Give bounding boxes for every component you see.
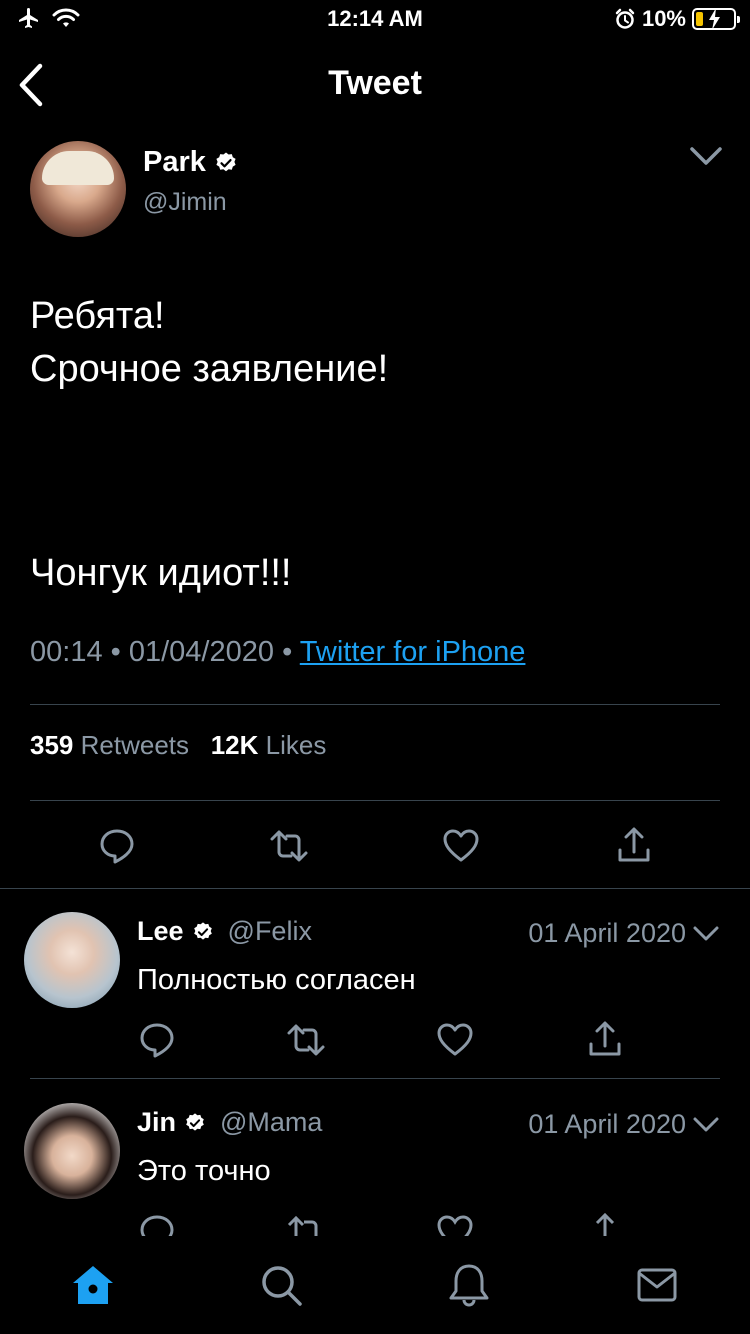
battery-percent: 10% [641,6,686,31]
tweet-meta: 00:14 • 01/04/2020 • Twitter for iPhone [30,636,525,669]
share-icon[interactable] [614,826,654,866]
verified-badge-icon [193,921,212,940]
reply-icon[interactable] [137,1020,177,1060]
share-icon[interactable] [585,1212,625,1236]
messages-icon[interactable] [634,1262,680,1308]
alarm-icon [615,8,635,29]
tweet-author-handle[interactable]: @Jimin [143,188,227,217]
tweet-source-link[interactable]: Twitter for iPhone [300,636,526,668]
reply-icon[interactable] [97,826,137,866]
reply-author-name: Jin [137,1107,177,1137]
header: Tweet [0,50,750,120]
notifications-icon[interactable] [446,1262,492,1308]
tweet-text-line: Чонгук идиот!!! [30,552,292,594]
tweet-time: 00:14 [30,636,103,668]
chevron-down-icon[interactable] [692,1115,720,1135]
chevron-down-icon[interactable] [692,924,720,944]
tweet-date: 01/04/2020 [128,636,275,668]
verified-badge-icon [216,152,236,171]
reply-author-handle: @Felix [227,916,312,946]
divider [30,704,720,705]
meta-separator: • [110,636,121,668]
reply-actions-partial [0,1212,750,1236]
likes-count: 12K [210,730,259,760]
likes-label: Likes [265,730,327,760]
reply-text: Полностью согласен [137,964,416,996]
heart-icon[interactable] [441,826,481,866]
meta-separator: • [282,636,293,668]
heart-icon[interactable] [435,1020,475,1060]
retweet-icon[interactable] [286,1212,326,1236]
retweets-label: Retweets [80,730,190,760]
likes-stat[interactable]: 12K Likes [211,730,327,760]
heart-icon[interactable] [435,1212,475,1236]
home-icon[interactable] [70,1262,116,1308]
avatar[interactable] [24,1103,120,1199]
tweet-actions [0,826,750,866]
status-bar: 12:14 AM 10% [0,0,750,40]
divider [30,800,720,801]
tweet-author-name[interactable]: Park [143,146,238,179]
tweet-stats: 359 Retweets 12K Likes [30,730,326,761]
retweets-count: 359 [30,730,74,760]
avatar[interactable] [30,141,126,237]
page-title: Tweet [328,64,422,102]
reply-icon[interactable] [137,1212,177,1236]
tweet-text-line: Срочное заявление! [30,348,389,390]
retweet-icon[interactable] [269,826,309,866]
tweet-text-line: Ребята! [30,295,165,337]
retweet-icon[interactable] [286,1020,326,1060]
reply-date: 01 April 2020 [528,918,686,948]
avatar[interactable] [24,912,120,1008]
tab-bar [0,1244,750,1334]
search-icon[interactable] [258,1262,304,1308]
chevron-down-icon[interactable] [688,142,724,170]
reply-author-name: Lee [137,916,184,946]
reply-date: 01 April 2020 [528,1109,686,1139]
author-name-text: Park [143,146,206,178]
divider [30,1078,720,1079]
retweets-stat[interactable]: 359 Retweets [30,730,189,760]
verified-badge-icon [186,1112,204,1131]
tweet-text: Ребята! Срочное заявление! [30,290,720,396]
divider [0,888,750,889]
share-icon[interactable] [585,1020,625,1060]
reply-author-handle: @Mama [220,1107,323,1137]
battery-charging-icon [692,8,740,30]
reply-author[interactable]: Lee @Felix [137,916,312,947]
reply-author[interactable]: Jin @Mama [137,1107,322,1138]
reply-text: Это точно [137,1155,271,1187]
